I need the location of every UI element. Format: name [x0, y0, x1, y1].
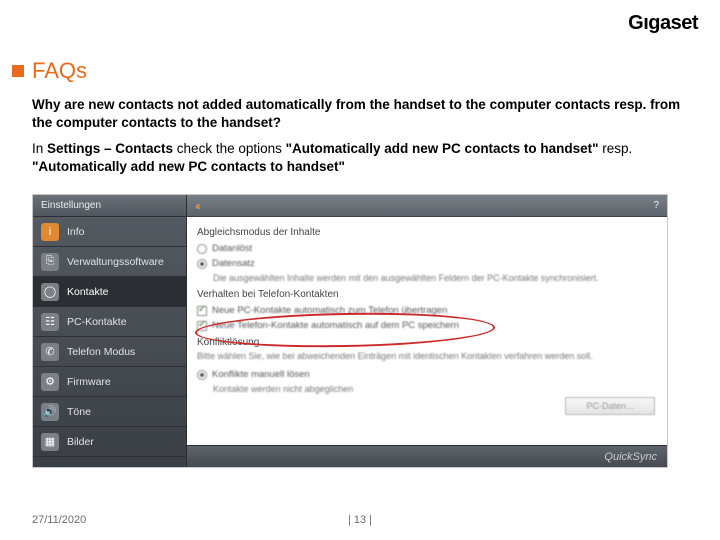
- slide-date: 27/11/2020: [32, 514, 86, 526]
- sidebar-spacer: [33, 457, 186, 467]
- manage-icon: ⎘: [41, 253, 59, 271]
- page-heading: FAQs: [32, 58, 87, 84]
- radio-option-2[interactable]: Datensatz: [197, 256, 657, 271]
- app-footer-brand: QuickSync: [604, 451, 657, 463]
- checkbox-label: Neue PC-Kontakte automatisch zum Telefon…: [212, 305, 447, 316]
- sidebar-item-kontakte[interactable]: ◯ Kontakte: [33, 277, 186, 307]
- answer-mid2: resp.: [598, 141, 632, 156]
- faq-answer: In Settings – Contacts check the options…: [32, 140, 692, 176]
- heading-row: FAQs: [12, 58, 87, 84]
- radio-conflict-manual[interactable]: Konflikte manuell lösen: [197, 367, 657, 382]
- checkbox-auto-phone-to-pc[interactable]: Neue Telefon-Kontakte automatisch auf de…: [197, 318, 657, 333]
- app-window-title: Einstellungen: [33, 195, 186, 217]
- sidebar-item-telefonmodus[interactable]: ✆ Telefon Modus: [33, 337, 186, 367]
- bullet-icon: [12, 65, 24, 77]
- faq-question: Why are new contacts not added automatic…: [32, 96, 692, 132]
- sidebar-item-pckontakte[interactable]: ☷ PC-Kontakte: [33, 307, 186, 337]
- sidebar-item-bilder[interactable]: ▦ Bilder: [33, 427, 186, 457]
- radio-icon: [197, 244, 207, 254]
- section-conflict: Konfliktlösung: [197, 337, 657, 348]
- sidebar-item-label: Telefon Modus: [67, 346, 135, 358]
- section-sync-mode: Abgleichsmodus der Inhalte: [197, 227, 657, 238]
- conflict-desc: Bitte wählen Sie, wie bei abweichenden E…: [197, 351, 657, 361]
- answer-bold-opt2: "Automatically add new PC contacts to ha…: [32, 159, 345, 174]
- app-sidebar: Einstellungen i Info ⎘ Verwaltungssoftwa…: [33, 195, 187, 467]
- checkbox-icon: [197, 321, 207, 331]
- conflict-subdesc: Kontakte werden nicht abgeglichen: [213, 384, 657, 394]
- sidebar-item-label: Töne: [67, 406, 91, 418]
- answer-bold-path: Settings – Contacts: [47, 141, 173, 156]
- phone-icon: ✆: [41, 343, 59, 361]
- contacts-icon: ◯: [41, 283, 59, 301]
- sidebar-item-label: Kontakte: [67, 286, 108, 298]
- sidebar-item-firmware[interactable]: ⚙ Firmware: [33, 367, 186, 397]
- radio-icon: [197, 370, 207, 380]
- settings-pane: Abgleichsmodus der Inhalte Datanlöst Dat…: [187, 217, 667, 445]
- collapse-icon[interactable]: ‹‹: [195, 199, 199, 213]
- radio-label: Datanlöst: [212, 243, 252, 254]
- sidebar-item-label: Info: [67, 226, 85, 238]
- app-main: ‹‹ ? Abgleichsmodus der Inhalte Datanlös…: [187, 195, 667, 467]
- sidebar-item-info[interactable]: i Info: [33, 217, 186, 247]
- help-icon[interactable]: ?: [653, 200, 659, 211]
- answer-bold-opt1: "Automatically add new PC contacts to ha…: [286, 141, 599, 156]
- sidebar-item-label: PC-Kontakte: [67, 316, 127, 328]
- pc-contacts-icon: ☷: [41, 313, 59, 331]
- sidebar-item-verwaltung[interactable]: ⎘ Verwaltungssoftware: [33, 247, 186, 277]
- app-topbar: ‹‹ ?: [187, 195, 667, 217]
- embedded-app-screenshot: Einstellungen i Info ⎘ Verwaltungssoftwa…: [32, 194, 668, 468]
- sidebar-item-label: Firmware: [67, 376, 111, 388]
- sidebar-item-toene[interactable]: 🔊 Töne: [33, 397, 186, 427]
- checkbox-auto-pc-to-phone[interactable]: Neue PC-Kontakte automatisch zum Telefon…: [197, 303, 657, 318]
- radio-icon: [197, 259, 207, 269]
- app-footer: QuickSync: [187, 445, 667, 467]
- info-icon: i: [41, 223, 59, 241]
- answer-mid: check the options: [173, 141, 286, 156]
- slide-page-number: | 13 |: [348, 514, 372, 526]
- brand-logo: Gıgaset: [628, 12, 698, 35]
- pc-data-button[interactable]: PC-Daten...: [565, 397, 655, 415]
- sound-icon: 🔊: [41, 403, 59, 421]
- sidebar-item-label: Bilder: [67, 436, 94, 448]
- checkbox-label: Neue Telefon-Kontakte automatisch auf de…: [212, 320, 459, 331]
- sync-desc: Die ausgewählten Inhalte werden mit den …: [213, 273, 657, 283]
- sidebar-item-label: Verwaltungssoftware: [67, 256, 164, 268]
- section-phone-contacts: Verhalten bei Telefon-Kontakten: [197, 289, 657, 300]
- images-icon: ▦: [41, 433, 59, 451]
- radio-option-1[interactable]: Datanlöst: [197, 241, 657, 256]
- firmware-icon: ⚙: [41, 373, 59, 391]
- checkbox-icon: [197, 306, 207, 316]
- radio-label: Datensatz: [212, 258, 255, 269]
- radio-label: Konflikte manuell lösen: [212, 369, 310, 380]
- answer-lead: In: [32, 141, 47, 156]
